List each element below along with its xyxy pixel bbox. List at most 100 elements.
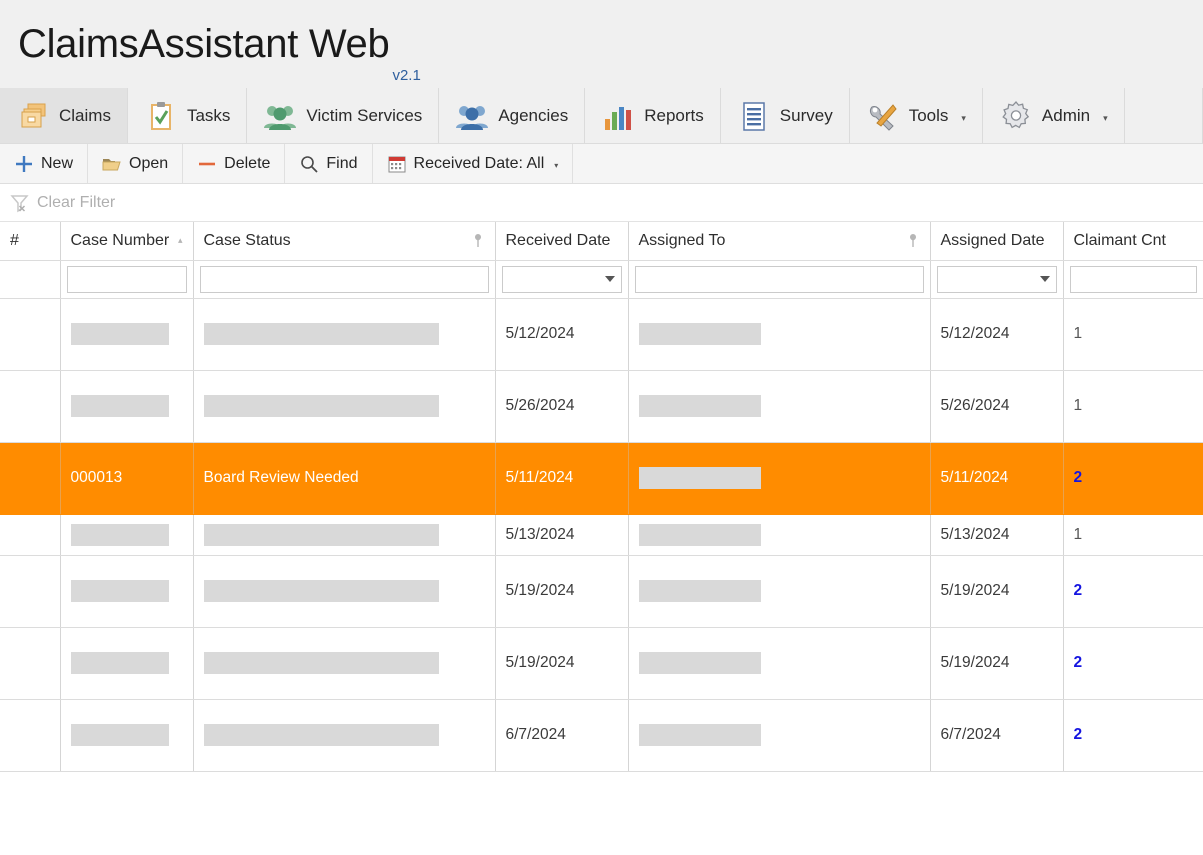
- column-header-claimant-cnt-label: Claimant Cnt: [1073, 231, 1166, 249]
- cell-received-date: 5/13/2024: [495, 514, 629, 556]
- cell-assigned-date-text: 5/19/2024: [940, 654, 1010, 671]
- redacted-value: [70, 323, 169, 345]
- delete-button[interactable]: Delete: [183, 144, 286, 183]
- new-button[interactable]: New: [0, 144, 89, 183]
- filter-pin-icon[interactable]: [471, 233, 485, 249]
- cell-case-number: [60, 627, 194, 700]
- redacted-value: [203, 395, 439, 417]
- filter-input-case-status[interactable]: [199, 265, 489, 293]
- column-header-received-date[interactable]: Received Date: [495, 222, 629, 261]
- filter-input-claimant-cnt[interactable]: [1069, 265, 1197, 293]
- filter-cell-case-number: [60, 260, 194, 299]
- tab-survey-label: Survey: [779, 105, 833, 125]
- column-header-claimant-cnt[interactable]: Claimant Cnt: [1063, 222, 1203, 261]
- cell-case-status: [193, 627, 496, 700]
- funnel-clear-icon: [10, 193, 30, 213]
- table-row[interactable]: 000013 Board Review Needed 5/11/2024 5/11/2…: [0, 442, 1203, 515]
- cell-claimant-cnt: 2: [1063, 699, 1203, 772]
- delete-button-label: Delete: [224, 154, 271, 172]
- cell-case-status-text: Board Review Needed: [203, 469, 359, 486]
- redacted-value: [70, 580, 169, 602]
- cell-claimant-cnt-text: 2: [1073, 582, 1083, 599]
- column-header-assigned-date[interactable]: Assigned Date: [930, 222, 1064, 261]
- redacted-value: [203, 724, 439, 746]
- filter-cell-claimant-cnt: [1063, 260, 1203, 299]
- chevron-down-icon: [1039, 276, 1050, 282]
- tab-reports[interactable]: Reports: [585, 88, 721, 143]
- table-row[interactable]: 5/26/2024 5/26/2024 1: [0, 370, 1203, 443]
- cell-received-date-text: 5/12/2024: [505, 325, 575, 342]
- filter-dropdown-received-date[interactable]: [501, 265, 622, 293]
- column-header-rownum[interactable]: #: [0, 222, 61, 261]
- tab-survey[interactable]: Survey: [721, 88, 850, 143]
- cell-case-status: [193, 298, 496, 371]
- cell-claimant-cnt: 2: [1063, 442, 1203, 515]
- cell-received-date: 5/19/2024: [495, 555, 629, 628]
- cell-case-number: [60, 514, 194, 556]
- tab-admin[interactable]: Admin ▾: [983, 88, 1125, 143]
- cell-received-date-text: 6/7/2024: [505, 726, 566, 743]
- cell-assigned-to: [628, 442, 931, 515]
- filter-input-assigned-to[interactable]: [634, 265, 924, 293]
- cell-assigned-date-text: 5/11/2024: [940, 469, 1009, 486]
- cell-assigned-date: 5/26/2024: [930, 370, 1064, 443]
- filter-pin-icon[interactable]: [906, 233, 920, 249]
- tab-tasks-label: Tasks: [186, 105, 231, 125]
- cell-claimant-cnt-text: 2: [1073, 654, 1083, 671]
- table-row[interactable]: 5/19/2024 5/19/2024 2: [0, 555, 1203, 628]
- column-header-case-number[interactable]: Case Number ▴: [60, 222, 194, 261]
- table-row[interactable]: 5/19/2024 5/19/2024 2: [0, 627, 1203, 700]
- cell-assigned-to: [628, 699, 931, 772]
- table-row[interactable]: 5/13/2024 5/13/2024 1: [0, 514, 1203, 556]
- cell-rownum: [0, 627, 61, 700]
- tab-claims[interactable]: Claims: [0, 88, 128, 143]
- table-body: 5/12/2024 5/12/2024 1 5/26/2024 5/26/2024 1 00…: [0, 298, 1203, 772]
- redacted-value: [203, 580, 439, 602]
- tab-agencies[interactable]: Agencies: [439, 88, 586, 143]
- cell-assigned-date: 5/11/2024: [930, 442, 1064, 515]
- tab-tasks[interactable]: Tasks: [128, 88, 248, 143]
- bar-chart-icon: [601, 99, 635, 133]
- tab-victim-services[interactable]: Victim Services: [247, 88, 440, 143]
- cell-rownum: [0, 370, 61, 443]
- column-header-assigned-to[interactable]: Assigned To: [628, 222, 931, 261]
- cell-case-number: [60, 298, 194, 371]
- redacted-value: [638, 724, 761, 746]
- cell-received-date-text: 5/19/2024: [505, 582, 575, 599]
- cell-assigned-to: [628, 555, 931, 628]
- filter-input-case-number[interactable]: [66, 265, 187, 293]
- people-blue-icon: [455, 99, 489, 133]
- cell-claimant-cnt-text: 2: [1073, 469, 1083, 486]
- cell-claimant-cnt-text: 1: [1073, 325, 1083, 342]
- toolbar-empty-area: [573, 144, 1203, 183]
- cell-claimant-cnt: 1: [1063, 514, 1203, 556]
- column-header-case-status[interactable]: Case Status: [193, 222, 496, 261]
- tab-tools[interactable]: Tools ▾: [850, 88, 983, 143]
- filter-bar: Clear Filter: [0, 184, 1203, 222]
- minus-icon: [197, 154, 217, 174]
- cell-received-date-text: 5/19/2024: [505, 654, 575, 671]
- cell-received-date-text: 5/26/2024: [505, 397, 575, 414]
- app-version-label: v2.1: [392, 67, 421, 84]
- clear-filter-button[interactable]: Clear Filter: [10, 193, 115, 213]
- filter-dropdown-assigned-date[interactable]: [936, 265, 1057, 293]
- find-button[interactable]: Find: [285, 144, 373, 183]
- people-green-icon: [263, 99, 297, 133]
- find-button-label: Find: [326, 154, 358, 172]
- table-row[interactable]: 5/12/2024 5/12/2024 1: [0, 298, 1203, 371]
- ribbon-empty-area: [1125, 88, 1203, 143]
- open-button[interactable]: Open: [88, 144, 184, 183]
- new-button-label: New: [41, 154, 74, 172]
- clipboard-check-icon: [144, 99, 178, 133]
- cell-assigned-date: 5/13/2024: [930, 514, 1064, 556]
- cell-received-date: 5/19/2024: [495, 627, 629, 700]
- calendar-icon: [387, 154, 407, 174]
- filter-cell-assigned-to: [628, 260, 931, 299]
- filter-row: [0, 260, 1203, 299]
- cell-case-number: [60, 555, 194, 628]
- table-row[interactable]: 6/7/2024 6/7/2024 2: [0, 699, 1203, 772]
- column-header-case-number-label: Case Number: [70, 231, 170, 249]
- redacted-value: [638, 523, 761, 546]
- received-date-filter-button[interactable]: Received Date: All ▾: [373, 144, 574, 183]
- column-header-assigned-to-label: Assigned To: [638, 231, 726, 249]
